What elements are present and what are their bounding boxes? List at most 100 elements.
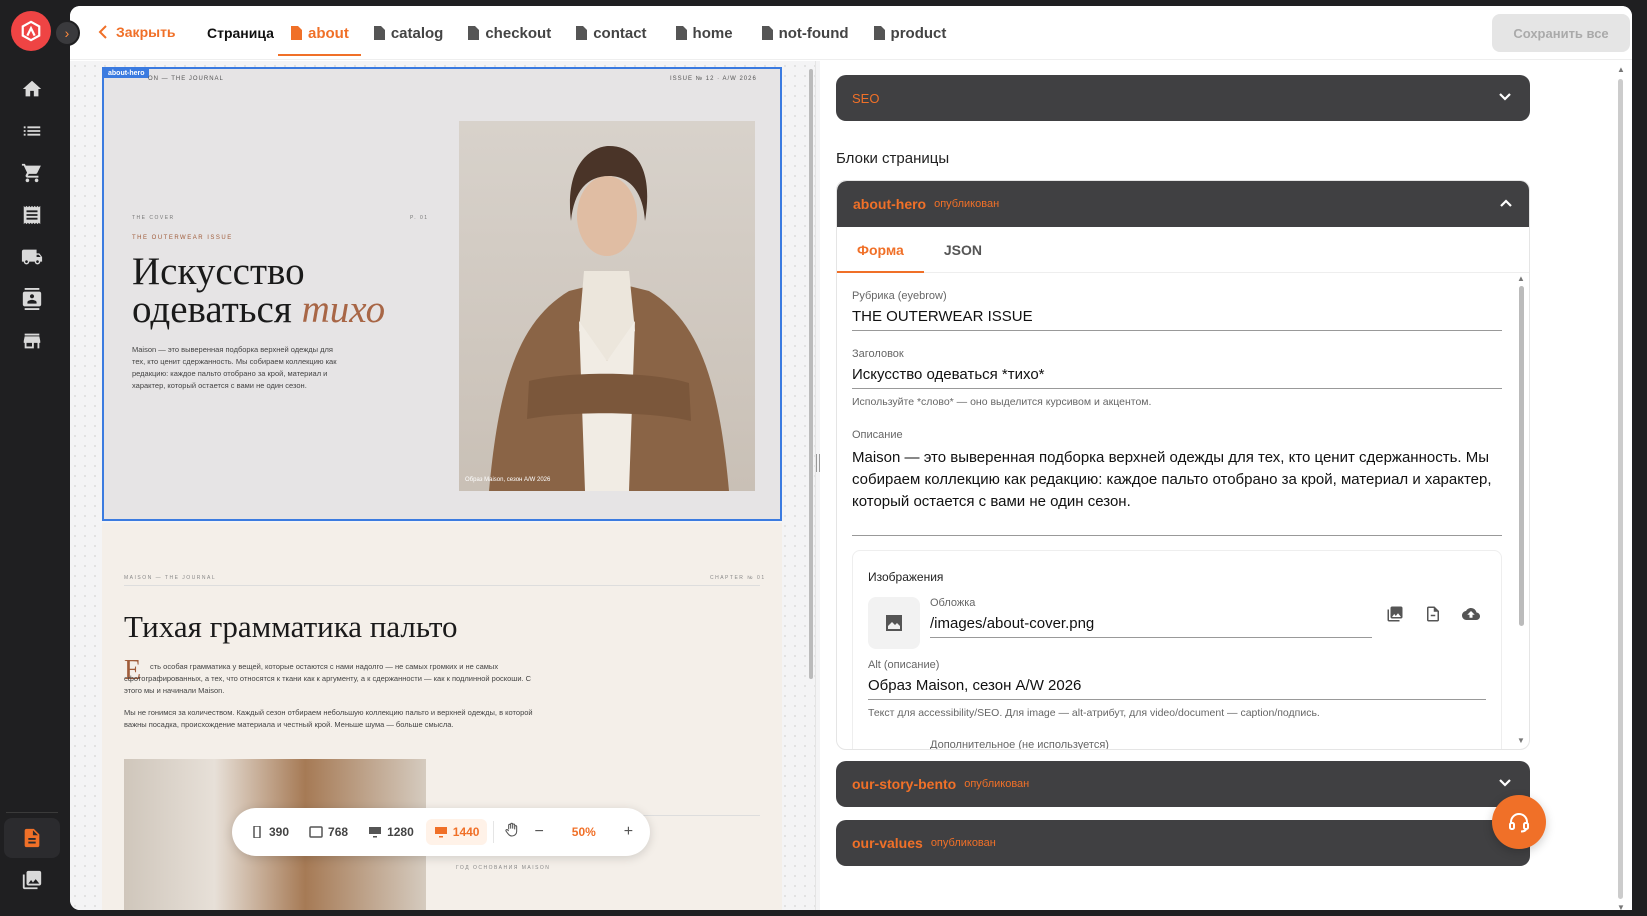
nav-media[interactable] <box>20 868 44 892</box>
hero-title: Искусство одеваться тихо <box>132 250 432 331</box>
support-chat-button[interactable] <box>1492 795 1546 849</box>
hero-image-caption: Образ Maison, сезон A/W 2026 <box>465 477 551 483</box>
preview-scrollbar[interactable] <box>809 69 813 679</box>
breakpoint-mobile[interactable]: 390 <box>242 819 297 845</box>
home-icon <box>22 80 42 97</box>
file-swap-icon <box>1427 606 1439 622</box>
nav-pages[interactable] <box>20 826 44 850</box>
title-input[interactable]: Искусство одеваться *тихо* <box>852 366 1502 383</box>
description-label: Описание <box>852 429 903 441</box>
contact-card-icon <box>22 288 42 310</box>
hero-page-number: P. 01 <box>410 215 429 221</box>
nav-list[interactable] <box>20 119 44 143</box>
form-scroll-down[interactable]: ▼ <box>1517 736 1525 745</box>
cover-thumbnail[interactable] <box>868 597 920 649</box>
breakpoint-desktop[interactable]: 1440 <box>425 819 488 845</box>
zoom-in-button[interactable]: + <box>617 823 640 841</box>
expand-sidebar-button[interactable]: › <box>54 20 80 46</box>
eyebrow-input[interactable]: THE OUTERWEAR ISSUE <box>852 308 1502 325</box>
tab-form[interactable]: Форма <box>837 227 924 273</box>
tab-contact[interactable]: contact <box>563 6 658 60</box>
hand-icon <box>505 822 518 837</box>
nav-store[interactable] <box>20 329 44 353</box>
tablet-icon <box>309 826 323 838</box>
seo-title: SEO <box>852 90 880 106</box>
file-icon <box>761 26 773 40</box>
tab-json[interactable]: JSON <box>924 227 1002 273</box>
file-icon <box>373 26 385 40</box>
nav-customers[interactable] <box>20 287 44 311</box>
zoom-level: 50% <box>571 825 596 839</box>
zoom-out-button[interactable]: − <box>528 823 551 841</box>
gallery-icon <box>22 870 42 890</box>
title-underline <box>852 388 1502 389</box>
panel-scrollbar[interactable] <box>1618 79 1623 899</box>
file-icon <box>468 26 480 40</box>
preview-block-about-hero[interactable]: about-hero ON — THE JOURNAL ISSUE № 12 ·… <box>102 67 782 521</box>
file-icon <box>675 26 687 40</box>
chevron-down-icon <box>1498 776 1512 790</box>
panel-scroll-up[interactable]: ▲ <box>1617 65 1625 74</box>
cart-icon <box>21 163 41 183</box>
breakpoint-tablet[interactable]: 768 <box>301 819 356 845</box>
block-form: Рубрика (eyebrow) THE OUTERWEAR ISSUE За… <box>837 274 1529 749</box>
logo-icon <box>21 20 41 42</box>
our-story-bento-accordion[interactable]: our-story-bento опубликован <box>836 761 1530 807</box>
panel-scroll-down[interactable]: ▼ <box>1617 903 1625 910</box>
phone-icon <box>253 826 261 838</box>
breakpoint-label: 1440 <box>452 825 480 839</box>
block-name: about-hero <box>853 196 927 212</box>
cover-underline <box>930 637 1372 638</box>
tab-home[interactable]: home <box>663 6 745 60</box>
chevron-down-icon <box>1498 90 1512 104</box>
pick-from-library-button[interactable] <box>1386 605 1404 623</box>
tab-label: catalog <box>390 24 444 42</box>
page-label: Страница <box>207 25 274 41</box>
tab-label: about <box>308 24 349 42</box>
breakpoint-label: 390 <box>269 825 290 839</box>
block-status: опубликован <box>934 198 1000 210</box>
section-paragraph-2: Мы не гонимся за количеством. Каждый сез… <box>124 708 533 729</box>
description-textarea[interactable]: Maison — это выверенная подборка верхней… <box>852 447 1512 513</box>
tab-catalog[interactable]: catalog <box>361 6 456 60</box>
replace-image-button[interactable] <box>1424 605 1442 623</box>
app-logo[interactable] <box>11 11 51 51</box>
file-icon <box>873 26 885 40</box>
nav-delivery[interactable] <box>20 245 44 269</box>
block-name: our-values <box>852 835 923 851</box>
tab-label: home <box>692 24 733 42</box>
cover-input[interactable]: /images/about-cover.png <box>930 615 1370 632</box>
save-all-button[interactable]: Сохранить все <box>1492 14 1630 52</box>
alt-input[interactable]: Образ Maison, сезон A/W 2026 <box>868 677 1488 694</box>
hero-title-main: Искусство одеваться <box>132 250 305 331</box>
block-status: опубликован <box>930 837 996 849</box>
form-scrollbar[interactable] <box>1519 286 1524 626</box>
pan-tool-button[interactable] <box>500 822 523 843</box>
alt-underline <box>868 699 1486 700</box>
about-hero-accordion[interactable]: about-hero опубликован <box>837 181 1529 227</box>
close-button[interactable]: Закрыть <box>98 24 176 40</box>
hero-kicker: ON — THE JOURNAL <box>148 76 224 82</box>
tab-not-found[interactable]: not-found <box>749 6 861 60</box>
nav-home[interactable] <box>20 77 44 101</box>
our-values-accordion[interactable]: our-values опубликован <box>836 820 1530 866</box>
title-label: Заголовок <box>852 348 904 360</box>
breakpoint-laptop[interactable]: 1280 <box>360 819 422 845</box>
breakpoint-label: 1280 <box>387 825 414 839</box>
hero-image: Образ Maison, сезон A/W 2026 <box>459 121 755 491</box>
tab-checkout[interactable]: checkout <box>455 6 563 60</box>
tab-about[interactable]: about <box>278 6 361 60</box>
editor-window: Закрыть Страница about catalog checkout … <box>70 6 1632 910</box>
description-underline <box>852 535 1502 536</box>
page-tabs: about catalog checkout contact home not-… <box>278 6 958 60</box>
form-scroll-up[interactable]: ▲ <box>1517 274 1525 283</box>
tab-product[interactable]: product <box>861 6 959 60</box>
seo-accordion[interactable]: SEO <box>836 75 1530 121</box>
upload-image-button[interactable] <box>1462 605 1480 623</box>
photo-library-icon <box>1387 606 1403 622</box>
alt-label: Alt (описание) <box>868 659 940 671</box>
nav-cart[interactable] <box>20 161 44 185</box>
block-tag: about-hero <box>104 69 149 78</box>
nav-orders[interactable] <box>20 203 44 227</box>
section-title: Тихая грамматика пальто <box>124 609 458 644</box>
